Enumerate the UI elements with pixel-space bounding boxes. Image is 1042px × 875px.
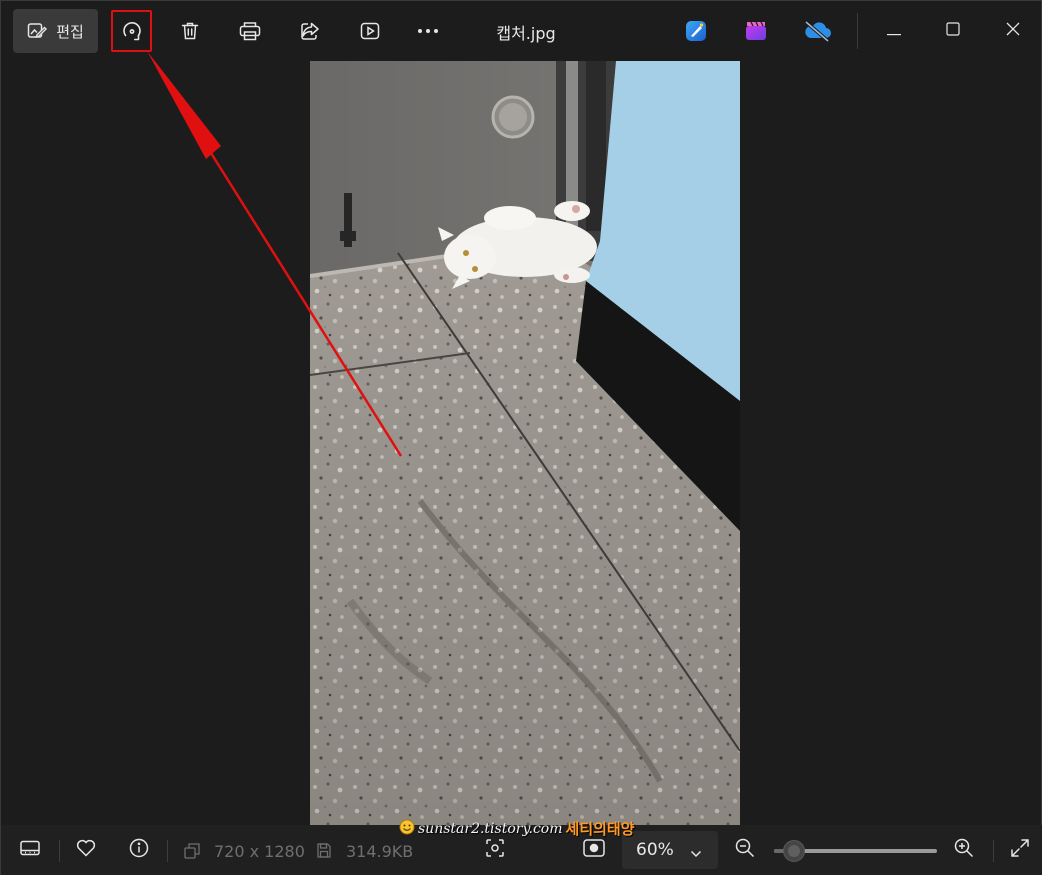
printer-icon (239, 21, 261, 41)
maximize-icon (946, 21, 960, 40)
edit-button-label: 편집 (56, 22, 84, 41)
bottom-separator (993, 840, 994, 862)
clipchamp-icon[interactable] (742, 17, 770, 45)
heart-icon (76, 839, 96, 861)
file-title: 캡처.jpg (496, 24, 556, 43)
chevron-down-icon (690, 843, 702, 862)
top-toolbar: 편집 캡처.jpg (1, 1, 1042, 61)
minimize-button[interactable] (871, 9, 917, 51)
close-icon (1006, 21, 1020, 40)
trash-icon (180, 21, 200, 41)
zoom-slider-thumb[interactable] (782, 840, 805, 862)
fullscreen-button[interactable] (1002, 832, 1038, 868)
designer-app-icon[interactable] (682, 17, 710, 45)
photo-view[interactable] (310, 61, 740, 825)
zoom-out-icon (735, 838, 755, 862)
play-icon (360, 21, 380, 41)
watermark-name: 세티의태양 (565, 820, 635, 838)
watermark-url: sunstar2.tistory.com (418, 820, 563, 837)
zoom-level-dropdown[interactable]: 60% (622, 831, 718, 869)
watermark: sunstar2.tistory.com 세티의태양 (399, 818, 635, 839)
delete-button[interactable] (170, 9, 210, 53)
minimize-icon (887, 21, 901, 40)
close-button[interactable] (990, 9, 1036, 51)
edit-image-icon (27, 21, 48, 41)
zoom-in-button[interactable] (946, 832, 982, 868)
rotate-icon (121, 20, 143, 42)
edit-button[interactable]: 편집 (13, 9, 98, 53)
toolbar-separator (857, 13, 858, 49)
slideshow-button[interactable] (350, 9, 390, 53)
print-button[interactable] (230, 9, 270, 53)
onedrive-offline-icon[interactable] (801, 17, 833, 45)
info-icon (129, 838, 149, 862)
filmstrip-icon (20, 840, 40, 860)
more-options-button[interactable] (408, 9, 448, 53)
file-size-icon (317, 843, 331, 862)
share-button[interactable] (290, 9, 330, 53)
favorite-button[interactable] (68, 832, 104, 868)
fit-to-window-icon (485, 838, 505, 862)
file-info-button[interactable] (121, 832, 157, 868)
rotate-button[interactable] (111, 10, 152, 52)
zoom-level-value: 60% (636, 840, 674, 860)
filmstrip-button[interactable] (12, 832, 48, 868)
more-icon (417, 28, 439, 34)
bottom-separator (167, 840, 168, 862)
actual-size-icon (583, 839, 605, 861)
file-size: 314.9KB (346, 842, 414, 861)
zoom-out-button[interactable] (727, 832, 763, 868)
fullscreen-icon (1010, 838, 1030, 862)
photos-app-window: 편집 캡처.jpg 720 x 1280 314.9KB 60% sunstar… (0, 0, 1042, 875)
image-dimensions: 720 x 1280 (214, 842, 305, 861)
maximize-button[interactable] (930, 9, 976, 51)
cat-photo (310, 61, 740, 825)
dimensions-icon (184, 843, 200, 863)
bottom-separator (59, 840, 60, 862)
share-icon (300, 21, 320, 41)
smiley-logo (399, 819, 415, 839)
zoom-in-icon (954, 838, 974, 862)
